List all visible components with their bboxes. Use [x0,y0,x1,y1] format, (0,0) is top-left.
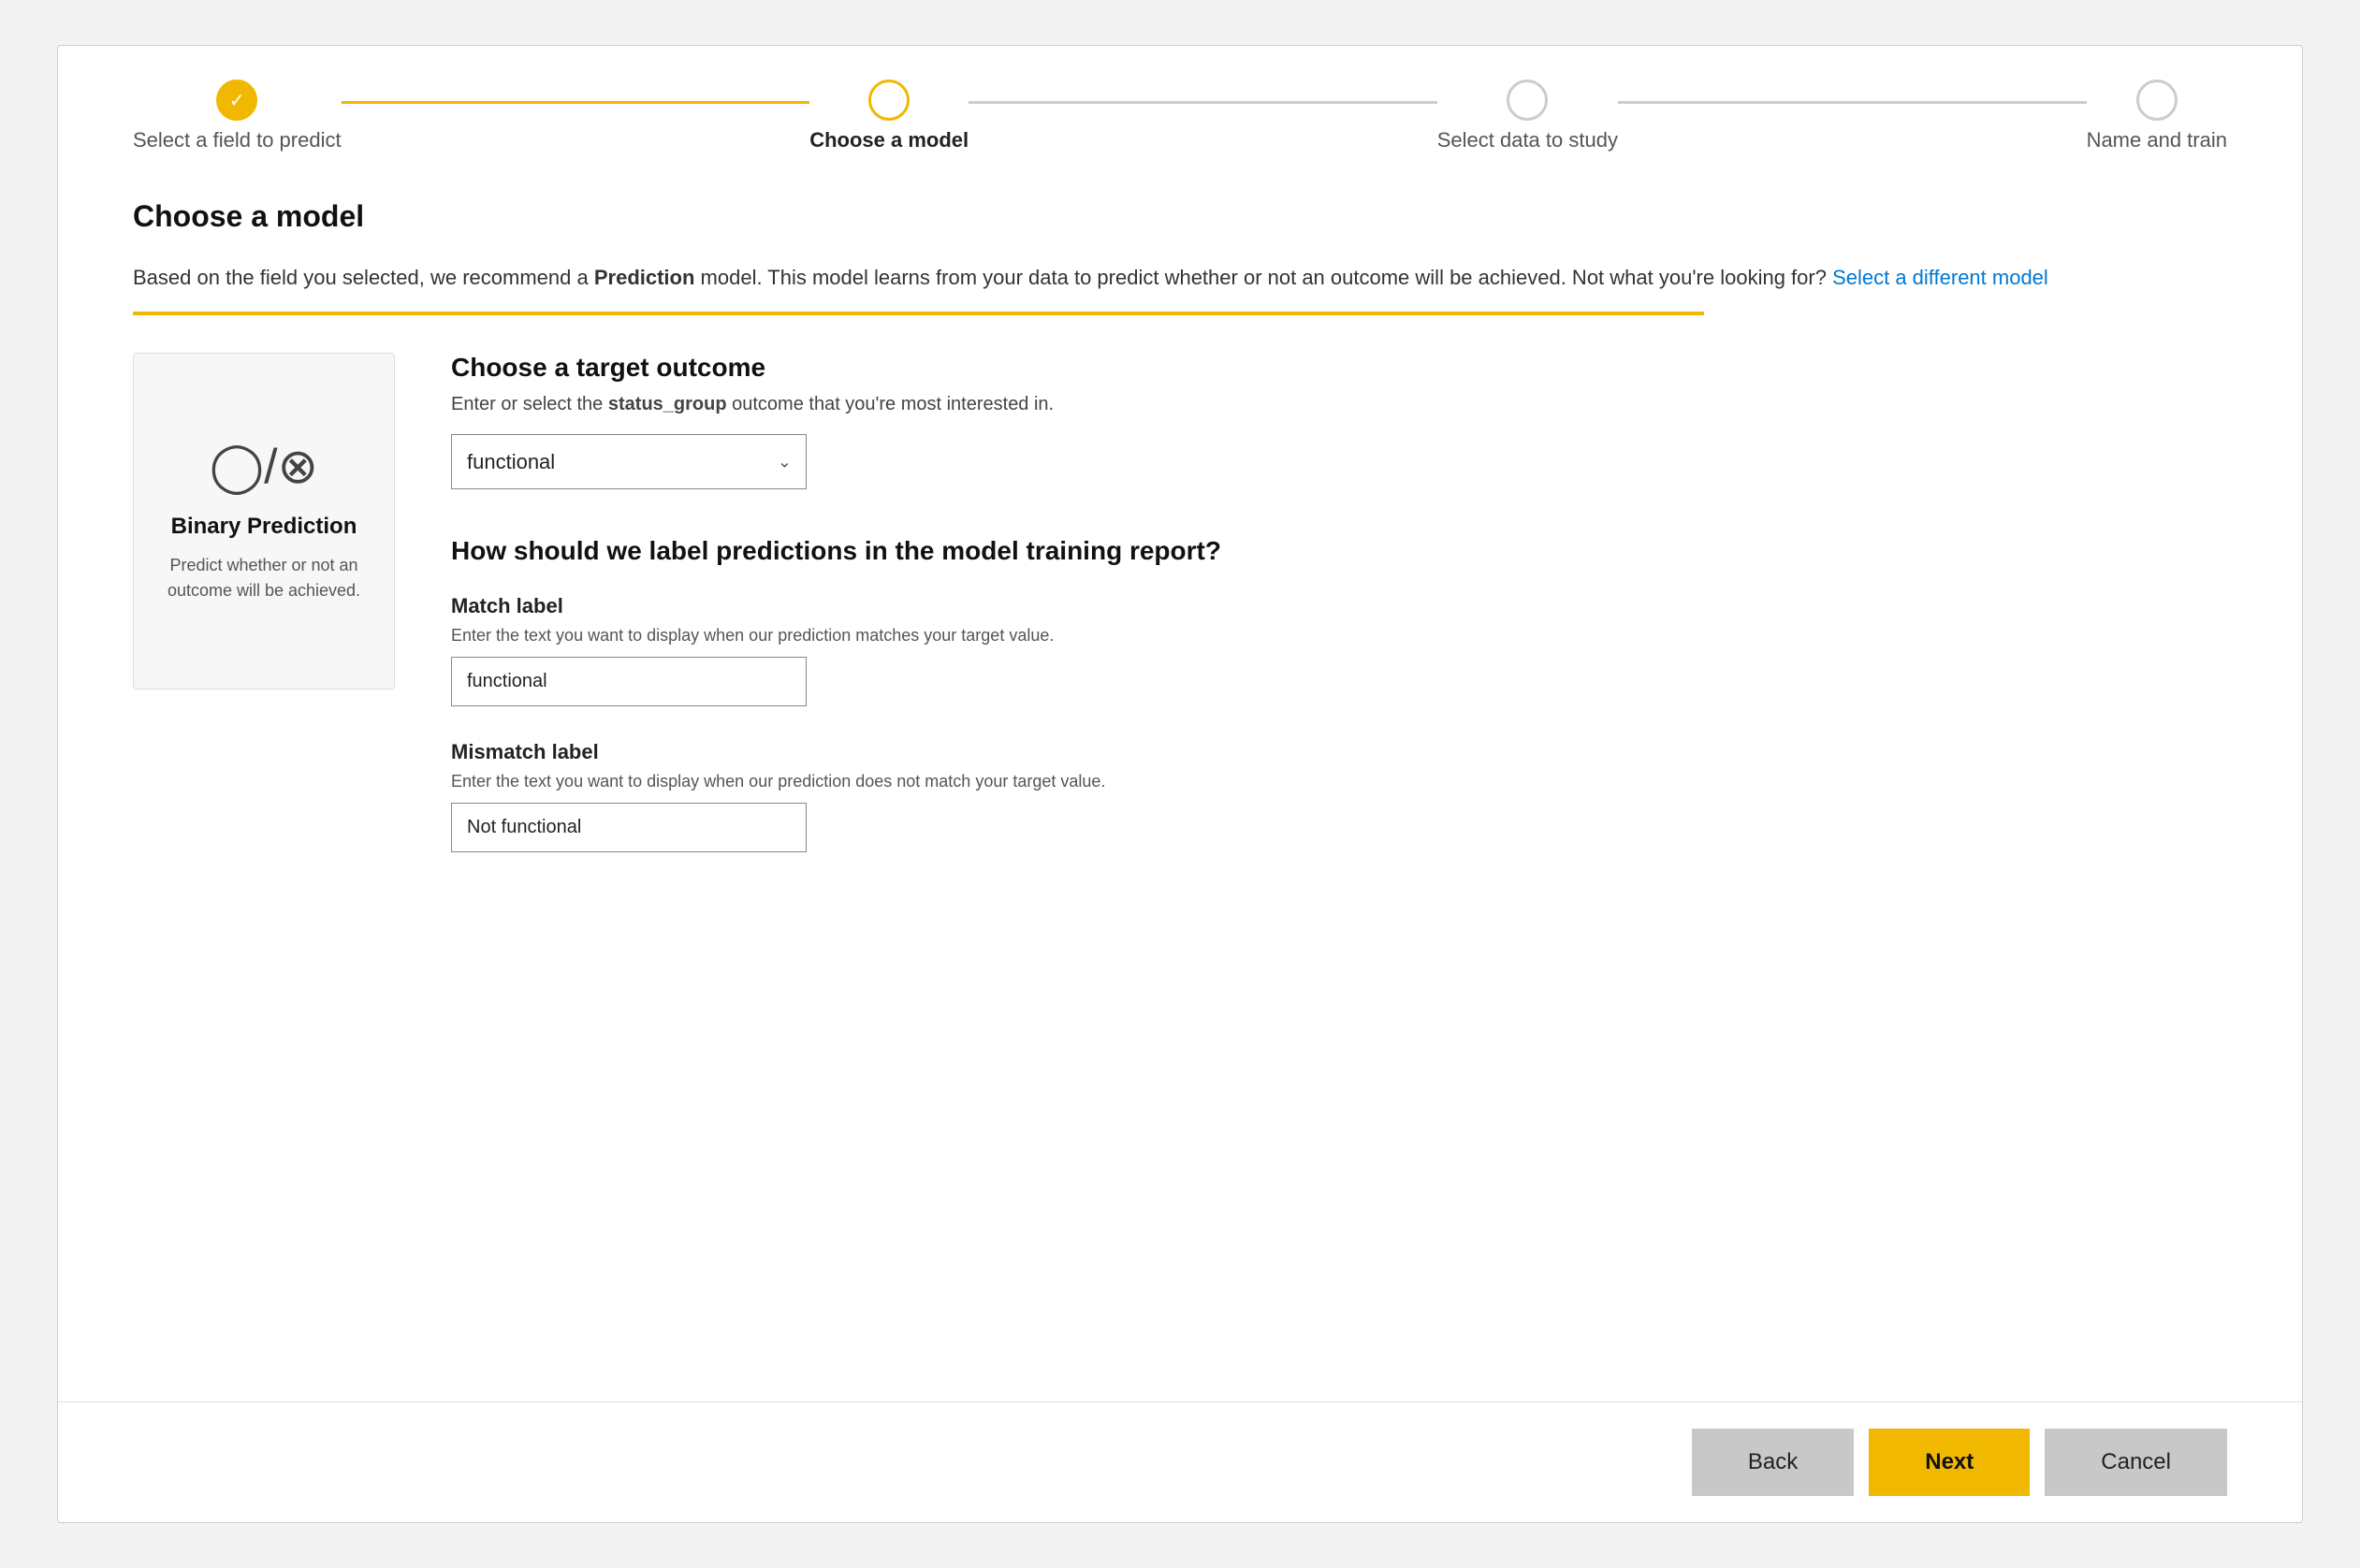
connector-2 [969,101,1437,104]
step-3-label: Select data to study [1437,128,1618,152]
mismatch-label-input[interactable] [451,803,807,852]
cancel-button[interactable]: Cancel [2045,1429,2227,1496]
target-outcome-dropdown[interactable]: functional functional needs repair non f… [451,434,807,489]
main-window: ✓ Select a field to predict Choose a mod… [57,45,2303,1523]
mismatch-label-group: Mismatch label Enter the text you want t… [451,740,2227,852]
step-2-label: Choose a model [809,128,969,152]
select-different-model-link[interactable]: Select a different model [1832,266,2048,289]
match-label-group: Match label Enter the text you want to d… [451,594,2227,706]
page-title: Choose a model [133,199,2227,234]
step-select-field: ✓ Select a field to predict [133,80,342,152]
label-section-title: How should we label predictions in the m… [451,536,2227,566]
recommendation-box: Based on the field you selected, we reco… [133,262,2227,293]
stepper: ✓ Select a field to predict Choose a mod… [58,46,2302,171]
form-area: Choose a target outcome Enter or select … [451,353,2227,886]
step-name-train: Name and train [2087,80,2227,152]
model-form-row: ◯/⊗ Binary Prediction Predict whether or… [133,353,2227,886]
connector-1 [342,101,810,104]
target-subtitle: Enter or select the status_group outcome… [451,394,2227,415]
step-4-label: Name and train [2087,128,2227,152]
status-group-bold: status_group [608,394,727,414]
match-label-input[interactable] [451,657,807,706]
footer: Back Next Cancel [58,1401,2302,1522]
mismatch-label-desc: Enter the text you want to display when … [451,772,2227,791]
step-choose-model: Choose a model [809,80,969,152]
match-label-heading: Match label [451,594,2227,618]
binary-prediction-card: ◯/⊗ Binary Prediction Predict whether or… [133,353,395,690]
dropdown-wrapper: functional functional needs repair non f… [451,434,807,489]
binary-prediction-title: Binary Prediction [171,514,357,540]
step-2-circle [868,80,910,121]
binary-prediction-icon: ◯/⊗ [210,439,318,495]
connector-3 [1618,101,2087,104]
rec-bold: Prediction [594,266,695,289]
step-3-circle [1507,80,1548,121]
match-label-desc: Enter the text you want to display when … [451,626,2227,646]
next-button[interactable]: Next [1869,1429,2030,1496]
back-button[interactable]: Back [1692,1429,1854,1496]
target-section-title: Choose a target outcome [451,353,2227,383]
binary-prediction-desc: Predict whether or not an outcome will b… [153,553,375,603]
gold-divider [133,312,1704,315]
step-1-label: Select a field to predict [133,128,342,152]
step-select-data: Select data to study [1437,80,1618,152]
step-1-circle: ✓ [216,80,257,121]
main-content: Choose a model Based on the field you se… [58,171,2302,1401]
mismatch-label-heading: Mismatch label [451,740,2227,764]
rec-text-2: model. This model learns from your data … [694,266,1827,289]
rec-text-1: Based on the field you selected, we reco… [133,266,594,289]
step-4-circle [2136,80,2178,121]
